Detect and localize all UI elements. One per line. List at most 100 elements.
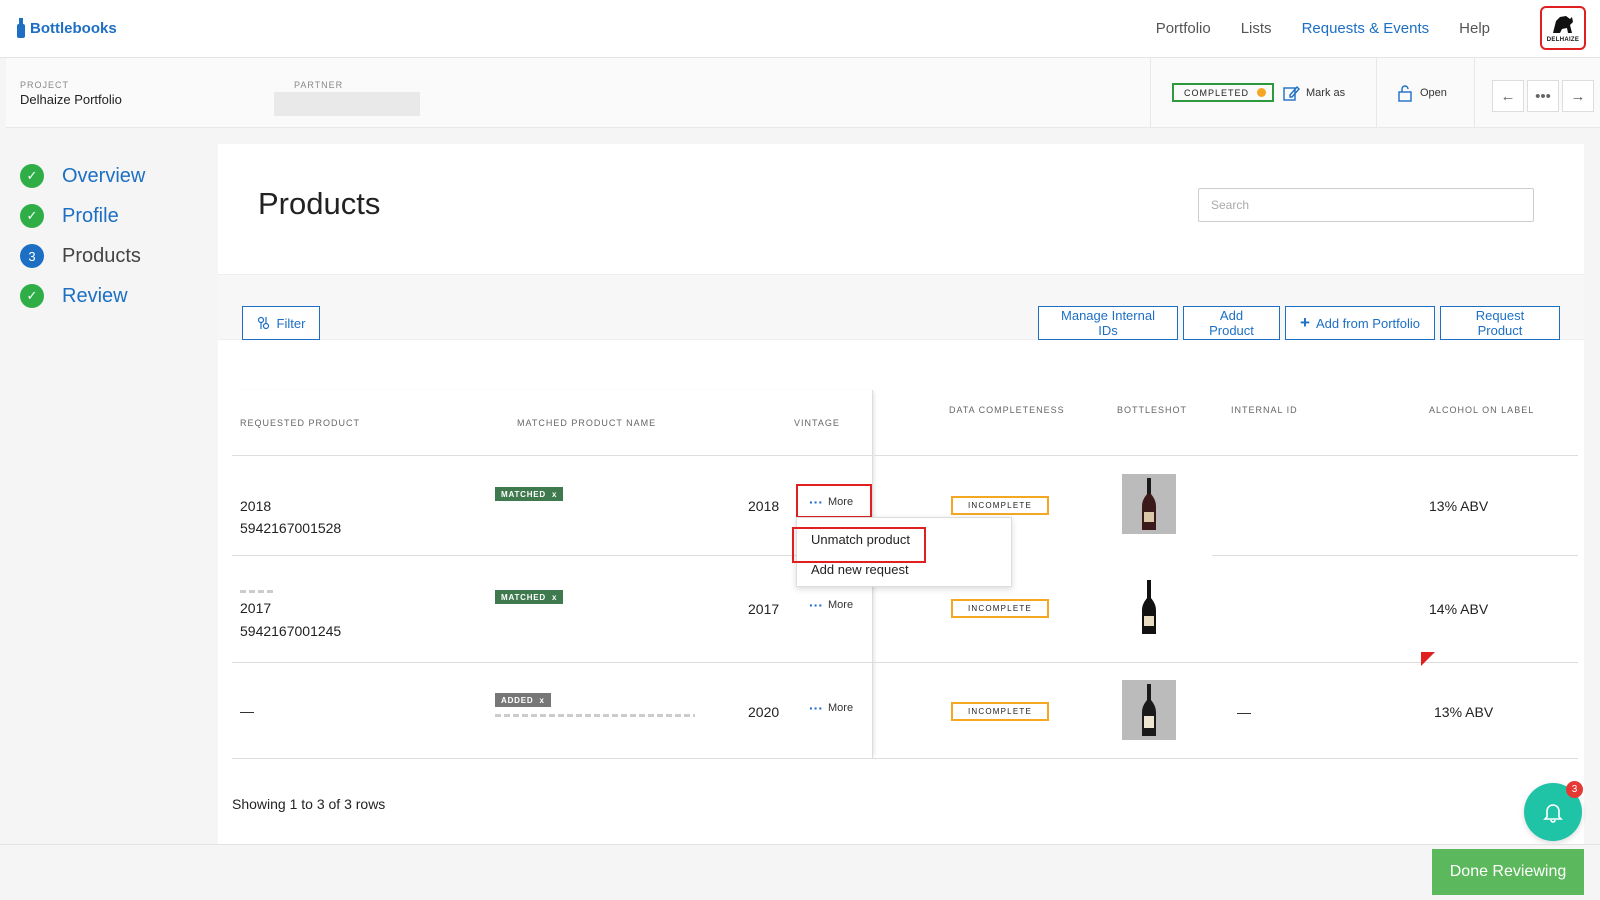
row-divider — [232, 758, 1578, 759]
completeness-badge: INCOMPLETE — [951, 599, 1049, 618]
divider — [1474, 58, 1475, 128]
partner-value-redacted — [274, 92, 420, 116]
completeness-badge: INCOMPLETE — [951, 496, 1049, 515]
more-button[interactable]: ··· More — [809, 597, 853, 613]
col-alcohol-on-label[interactable]: ALCOHOL ON LABEL — [1429, 405, 1534, 415]
next-arrow-icon[interactable]: → — [1562, 80, 1594, 112]
more-button[interactable]: ··· More — [809, 494, 853, 510]
bottle-icon — [17, 18, 25, 38]
requested-vintage: 2017 — [240, 600, 272, 616]
tag-label: ADDED — [501, 695, 534, 705]
col-bottleshot[interactable]: BOTTLESHOT — [1117, 405, 1187, 415]
prev-arrow-icon[interactable]: ← — [1492, 80, 1524, 112]
brand-logo[interactable]: Bottlebooks — [16, 18, 117, 38]
alcohol-value: 14% ABV — [1429, 601, 1489, 617]
more-label: More — [828, 496, 854, 508]
tag-label: MATCHED — [501, 489, 547, 499]
pagination-info: Showing 1 to 3 of 3 rows — [232, 796, 386, 812]
ellipsis-icon: ··· — [809, 597, 823, 613]
edit-icon — [1283, 85, 1300, 101]
project-bar: PROJECT Delhaize Portfolio PARTNER — [6, 58, 1600, 128]
check-icon: ✓ — [20, 164, 44, 188]
requested-barcode: 5942167001528 — [240, 520, 342, 536]
frozen-columns — [232, 390, 873, 758]
nav-lists[interactable]: Lists — [1241, 20, 1272, 37]
close-icon[interactable]: x — [552, 593, 557, 602]
step-overview[interactable]: ✓ Overview — [20, 156, 145, 196]
row-divider — [1412, 555, 1578, 556]
menu-item-add-new-request[interactable]: Add new request — [811, 562, 909, 577]
unlock-icon — [1398, 85, 1412, 102]
bottleshot-image[interactable] — [1122, 680, 1176, 740]
wine-bottle-icon — [1142, 684, 1156, 736]
search-input[interactable] — [1198, 188, 1534, 222]
step-review[interactable]: ✓ Review — [20, 276, 145, 316]
step-label: Overview — [62, 164, 146, 187]
ellipsis-icon: ··· — [809, 700, 823, 716]
request-product-button[interactable]: Request Product — [1440, 306, 1560, 340]
step-label: Review — [62, 284, 128, 307]
filter-button[interactable]: Filter — [242, 306, 320, 340]
divider — [1150, 58, 1151, 128]
main-nav: Portfolio Lists Requests & Events Help — [1156, 20, 1490, 37]
more-button[interactable]: ··· More — [809, 700, 853, 716]
row-divider — [232, 662, 1578, 663]
check-icon: ✓ — [20, 284, 44, 308]
more-label: More — [828, 599, 854, 611]
logo-text: DELHAIZE — [1546, 37, 1580, 43]
header-divider — [874, 455, 1578, 456]
check-icon: ✓ — [20, 204, 44, 228]
vintage-value: 2018 — [748, 498, 780, 514]
mark-as-button[interactable]: Mark as — [1282, 84, 1345, 102]
project-name: Delhaize Portfolio — [20, 92, 122, 107]
more-options-icon[interactable]: ••• — [1527, 80, 1559, 112]
footer-bar: Done Reviewing — [0, 844, 1600, 900]
mark-as-label: Mark as — [1306, 87, 1346, 99]
col-internal-id[interactable]: INTERNAL ID — [1231, 405, 1298, 415]
bottleshot-image[interactable] — [1122, 474, 1176, 534]
header-divider — [232, 455, 872, 456]
bell-icon — [1543, 804, 1563, 823]
redacted-text — [495, 714, 695, 717]
brand-name: Bottlebooks — [30, 19, 117, 37]
filter-icon — [257, 316, 269, 330]
filter-label: Filter — [276, 315, 306, 331]
partner-logo[interactable]: DELHAIZE — [1540, 6, 1586, 50]
highlight-box — [792, 527, 926, 563]
wine-bottle-icon — [1142, 580, 1156, 634]
top-nav: Bottlebooks Portfolio Lists Requests & E… — [0, 0, 1600, 58]
wine-bottle-icon — [1142, 478, 1156, 530]
nav-requests-events[interactable]: Requests & Events — [1302, 20, 1430, 37]
step-number: 3 — [20, 244, 44, 268]
add-product-button[interactable]: Add Product — [1183, 306, 1280, 340]
nav-help[interactable]: Help — [1459, 20, 1490, 37]
step-sidebar: ✓ Overview ✓ Profile 3 Products ✓ Review — [20, 156, 145, 316]
products-panel: Products Filter Manage Internal IDs Add … — [218, 144, 1584, 844]
col-data-completeness[interactable]: DATA COMPLETENESS — [949, 405, 1065, 415]
redacted-text — [240, 590, 274, 593]
step-label: Products — [62, 244, 141, 267]
close-icon[interactable]: x — [539, 696, 544, 705]
close-icon[interactable]: x — [552, 490, 557, 499]
vintage-value: 2017 — [748, 601, 780, 617]
requested-barcode: 5942167001245 — [240, 623, 342, 639]
vintage-value: 2020 — [748, 704, 780, 720]
page-title: Products — [258, 186, 381, 221]
alcohol-value: 13% ABV — [1429, 498, 1489, 514]
alcohol-value: 13% ABV — [1434, 704, 1494, 720]
status-dot — [1257, 88, 1267, 97]
open-button[interactable]: Open — [1398, 84, 1447, 102]
manage-internal-ids-button[interactable]: Manage Internal IDs — [1038, 306, 1178, 340]
notification-count-badge: 3 — [1566, 781, 1583, 798]
status-badge: COMPLETED — [1172, 83, 1275, 102]
add-from-portfolio-button[interactable]: + Add from Portfolio — [1285, 306, 1435, 340]
divider — [1376, 58, 1377, 128]
nav-portfolio[interactable]: Portfolio — [1156, 20, 1211, 37]
row-divider — [232, 555, 872, 556]
warning-flag-icon — [1421, 652, 1435, 666]
requested-product-empty: — — [240, 703, 254, 719]
bottleshot-image[interactable] — [1122, 577, 1176, 637]
step-profile[interactable]: ✓ Profile — [20, 196, 145, 236]
done-reviewing-button[interactable]: Done Reviewing — [1432, 849, 1584, 895]
step-products[interactable]: 3 Products — [20, 236, 145, 276]
